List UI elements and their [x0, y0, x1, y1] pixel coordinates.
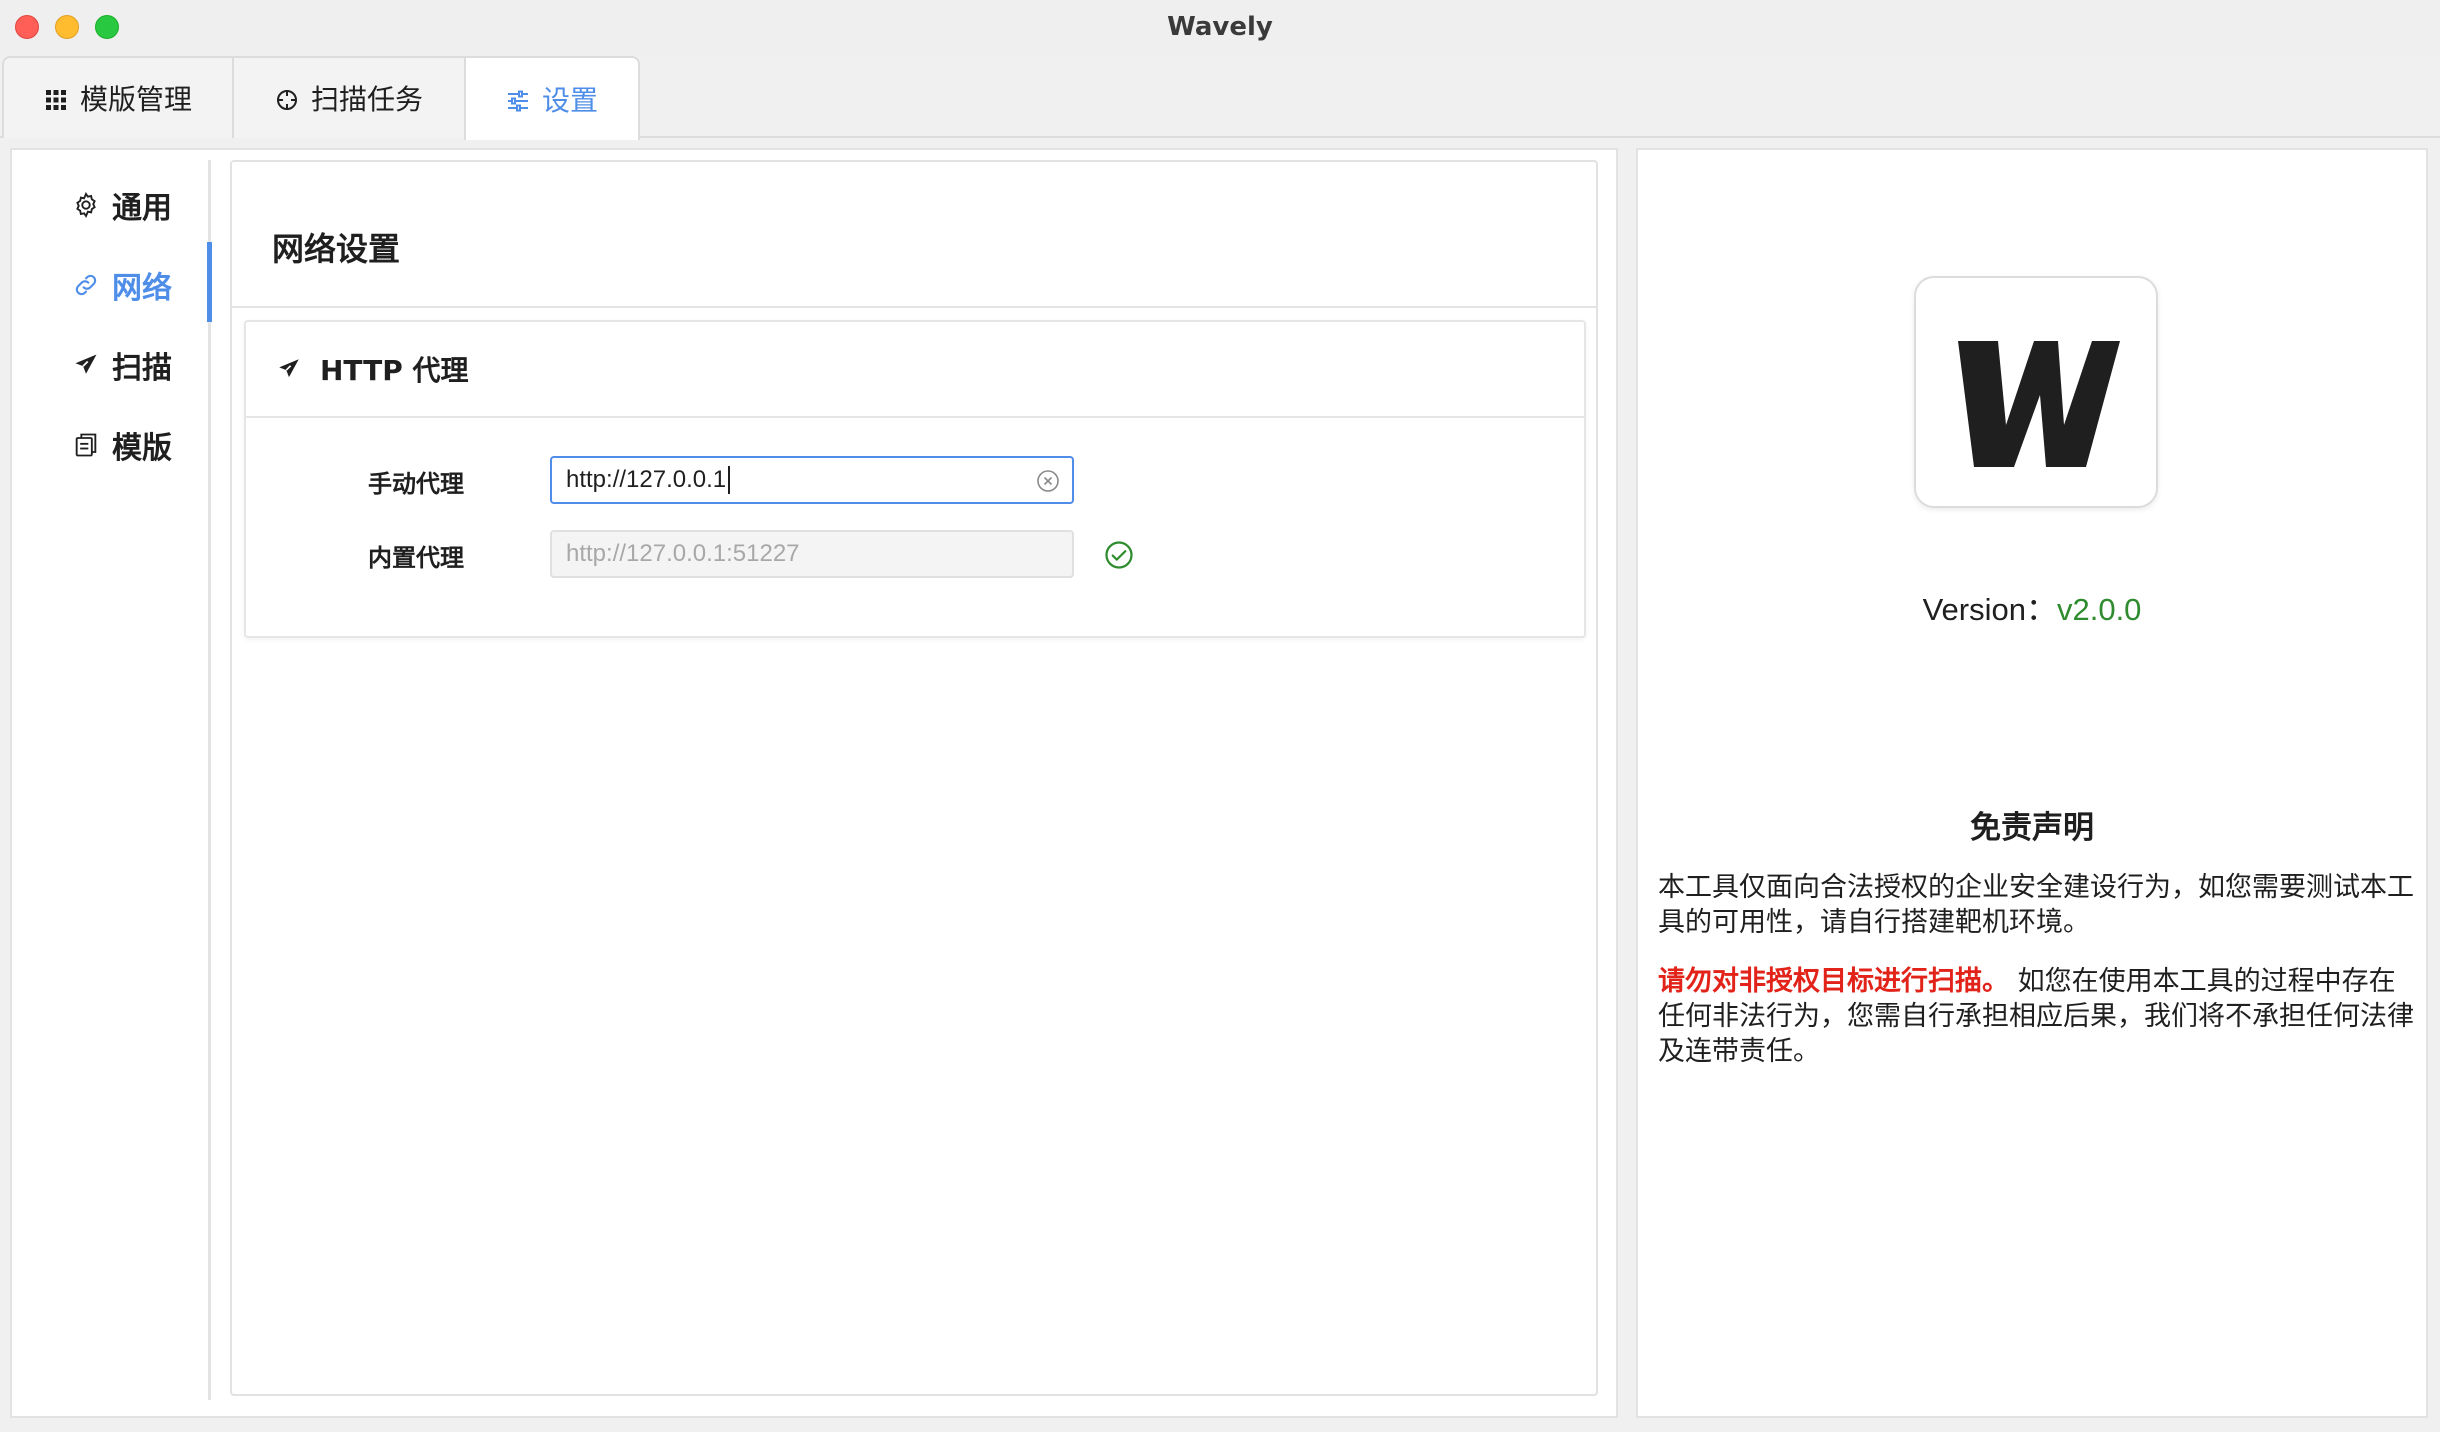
tab-label: 扫描任务 [310, 83, 423, 116]
builtin-proxy-label: 内置代理 [368, 543, 464, 572]
network-settings: 网络设置 HTTP 代理 手动代理 http://127.0.0.1 内置代理 … [230, 160, 1598, 1396]
settings-panel: 通用 网络 扫描 模版 网络设置 HTTP 代理 手动代理 http://127… [10, 148, 1618, 1418]
manual-proxy-input[interactable]: http://127.0.0.1 [550, 456, 1074, 504]
tab-scan-tasks[interactable]: 扫描任务 [232, 56, 466, 138]
disclaimer-paragraph-1: 本工具仅面向合法授权的企业安全建设行为，如您需要测试本工具的可用性，请自行搭建靶… [1658, 872, 2414, 938]
main-tabs: 模版管理 扫描任务 设置 [0, 56, 2440, 140]
sidebar-item-template[interactable]: 模版 [72, 420, 172, 470]
about-panel: Version：v2.0.0 免责声明 本工具仅面向合法授权的企业安全建设行为，… [1636, 148, 2428, 1418]
tab-settings[interactable]: 设置 [464, 56, 640, 140]
sidebar-item-label: 网络 [112, 271, 172, 306]
sidebar-item-network[interactable]: 网络 [72, 260, 172, 310]
disclaimer-title: 免责声明 [1970, 810, 2094, 846]
version-label: Version： [1922, 592, 2057, 627]
tab-label: 设置 [541, 84, 598, 117]
manual-proxy-row: 手动代理 http://127.0.0.1 [246, 456, 1584, 506]
tab-label: 模版管理 [79, 83, 192, 116]
manual-proxy-value: http://127.0.0.1 [566, 466, 727, 493]
sidebar-divider [208, 160, 211, 1400]
sliders-icon [506, 87, 530, 112]
copy-icon [75, 433, 97, 457]
settings-sidebar: 通用 网络 扫描 模版 [12, 150, 212, 1402]
link-icon [75, 274, 97, 296]
title-bar: Wavely [0, 0, 2440, 56]
check-circle-icon [1105, 541, 1133, 569]
sidebar-item-scan[interactable]: 扫描 [72, 340, 172, 390]
http-proxy-card: HTTP 代理 手动代理 http://127.0.0.1 内置代理 http:… [244, 320, 1586, 638]
version-text: Version：v2.0.0 [1638, 584, 2426, 629]
disclaimer-warning: 请勿对非授权目标进行扫描。 [1658, 966, 2009, 997]
window-title: Wavely [1167, 12, 1273, 42]
send-icon [279, 359, 299, 378]
card-header: HTTP 代理 [246, 322, 1584, 418]
sidebar-item-general[interactable]: 通用 [72, 180, 172, 230]
builtin-proxy-row: 内置代理 http://127.0.0.1:51227 [246, 530, 1584, 580]
sidebar-item-label: 模版 [112, 431, 172, 466]
grid-icon [44, 86, 68, 110]
builtin-proxy-input: http://127.0.0.1:51227 [550, 530, 1074, 578]
app-logo [1914, 276, 2158, 508]
wavely-logo-icon [1958, 341, 2120, 467]
tab-template-management[interactable]: 模版管理 [2, 56, 234, 138]
text-caret [728, 466, 731, 494]
gear-icon [76, 191, 96, 219]
sidebar-item-label: 扫描 [112, 351, 172, 386]
card-title: HTTP 代理 [320, 354, 469, 387]
page-title: 网络设置 [232, 162, 1596, 308]
clear-input-icon[interactable] [1036, 469, 1060, 493]
builtin-proxy-value: http://127.0.0.1:51227 [566, 540, 800, 567]
sidebar-item-label: 通用 [112, 191, 172, 226]
crosshair-icon [275, 86, 299, 110]
version-number: v2.0.0 [2056, 592, 2142, 627]
manual-proxy-label: 手动代理 [368, 469, 464, 498]
disclaimer-paragraph-2: 请勿对非授权目标进行扫描。 如您在使用本工具的过程中存在任何非法行为，您需自行承… [1658, 964, 2414, 1069]
send-icon [75, 354, 97, 374]
sidebar-active-indicator [207, 242, 212, 322]
